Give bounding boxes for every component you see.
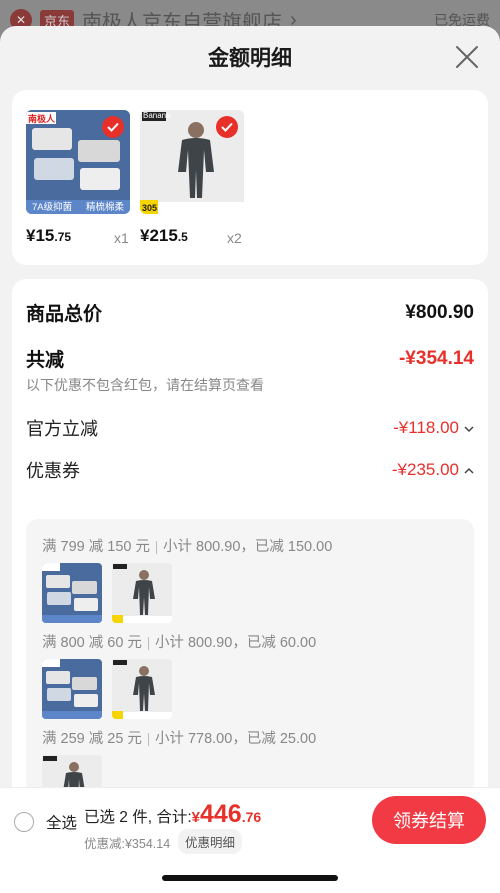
product-badge-right: 精梳棉柔 (85, 202, 124, 213)
select-all-radio[interactable] (14, 812, 34, 832)
home-indicator (162, 875, 338, 881)
coupon-item: 满 800 减 60 元小计 800.90，已减 60.00 (42, 631, 316, 652)
divider (147, 636, 149, 650)
coupon-item: 满 259 减 25 元小计 778.00，已减 25.00 (42, 727, 316, 748)
total-decimal: .76 (241, 809, 262, 825)
product-image: Banana 305 (140, 110, 244, 214)
product-thumbnail (42, 659, 102, 719)
coupon-rule: 满 800 减 60 元 (42, 635, 142, 651)
sheet-title: 金额明细 (0, 26, 500, 88)
total-row: 商品总价 ¥800.90 (26, 299, 474, 326)
total-yen: ¥ (191, 809, 200, 826)
price-decimal: .75 (54, 230, 72, 244)
official-value: -¥118.00 (393, 418, 459, 437)
chevron-up-icon (464, 467, 474, 474)
sheet-title-text: 金额明细 (208, 47, 292, 70)
product-brand: Banana (143, 111, 171, 120)
coupon-label: 优惠券 (26, 461, 80, 481)
total-value: ¥800.90 (405, 301, 474, 323)
amount-detail-sheet: 金额明细 南极人 7A级抑菌 精梳棉柔 ¥15.75 x1 Banana 305… (0, 26, 500, 893)
product-list-card: 南极人 7A级抑菌 精梳棉柔 ¥15.75 x1 Banana 305 ¥215… (12, 90, 488, 265)
reduce-value: -¥354.14 (398, 347, 474, 369)
product-thumbnail (112, 563, 172, 623)
product-thumbnail (112, 659, 172, 719)
product-qty: x2 (227, 230, 242, 246)
coupon-rule: 满 259 减 25 元 (42, 731, 142, 747)
chevron-down-icon (464, 426, 474, 432)
select-all-label[interactable]: 全选 (46, 811, 77, 833)
product-badge-left: 305 (142, 203, 158, 213)
reduce-row: 共减 -¥354.14 (26, 345, 474, 372)
selected-count: 已选 2 件, 合计: (84, 809, 192, 826)
checked-icon[interactable] (216, 116, 238, 138)
coupon-detail: 小计 800.90，已减 150.00 (163, 539, 333, 555)
divider (156, 540, 157, 554)
coupon-item: 满 799 减 150 元小计 800.90，已减 150.00 (42, 535, 332, 556)
product-badge-left: 7A级抑菌 (32, 202, 73, 213)
discount-note: 以下优惠不包含红包，请在结算页查看 (26, 377, 264, 393)
price-decimal: .5 (177, 230, 188, 244)
product-item[interactable]: Banana 305 (140, 110, 244, 214)
price-main: ¥15 (26, 226, 55, 245)
product-price: ¥215.5 (140, 226, 188, 246)
total-integer: 446 (200, 800, 242, 828)
discount-summary: 优惠减:¥354.14 (84, 837, 171, 851)
official-label: 官方立减 (26, 419, 98, 439)
total-label: 商品总价 (26, 304, 103, 325)
coupon-detail: 小计 800.90，已减 60.00 (154, 635, 317, 651)
product-thumbnail (42, 563, 102, 623)
checked-icon[interactable] (102, 116, 124, 138)
coupon-row[interactable]: 优惠券 -¥235.00 (26, 457, 474, 483)
divider (147, 732, 149, 746)
coupon-detail: 小计 778.00，已减 25.00 (154, 731, 317, 747)
price-main: ¥215 (140, 226, 178, 245)
reduce-label: 共减 (26, 350, 65, 371)
product-price: ¥15.75 (26, 226, 71, 246)
checkout-button[interactable]: 领券结算 (372, 796, 486, 844)
discount-detail-link[interactable]: 优惠明细 (178, 829, 243, 854)
official-discount-row[interactable]: 官方立减 -¥118.00 (26, 415, 474, 441)
close-icon[interactable] (454, 44, 480, 70)
product-brand: 南极人 (28, 114, 56, 124)
coupon-value: -¥235.00 (391, 460, 459, 479)
product-item[interactable]: 南极人 7A级抑菌 精梳棉柔 (26, 110, 130, 214)
product-image: 南极人 7A级抑菌 精梳棉柔 (26, 110, 130, 214)
product-qty: x1 (114, 230, 129, 246)
coupon-rule: 满 799 减 150 元 (42, 539, 150, 555)
order-summary: 已选 2 件, 合计:¥446.76 (84, 800, 261, 829)
